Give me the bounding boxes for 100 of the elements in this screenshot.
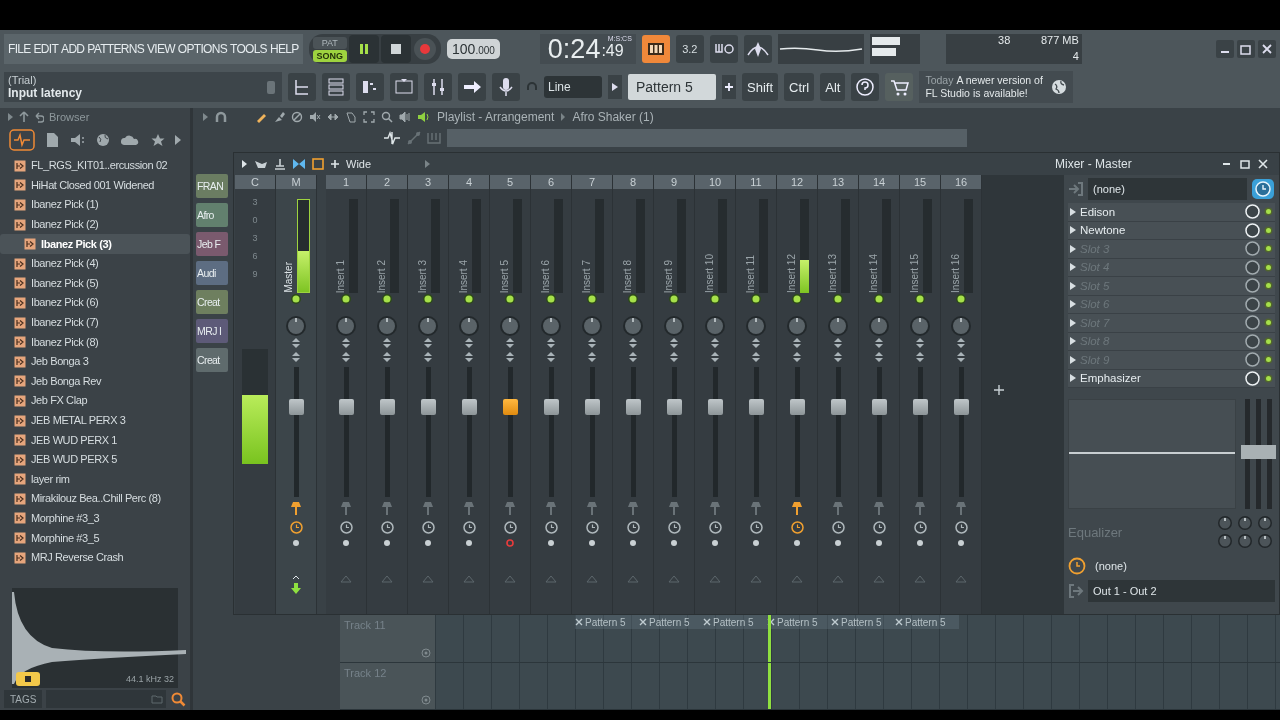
browser-item[interactable]: Morphine #3_5	[0, 528, 190, 548]
playback-icon[interactable]	[399, 111, 411, 123]
enable-led-icon[interactable]	[791, 293, 803, 305]
tag-search-field[interactable]	[46, 690, 166, 708]
enable-led-icon[interactable]	[1264, 299, 1273, 309]
arm-dot-icon[interactable]	[834, 539, 842, 547]
document-icon[interactable]	[45, 132, 60, 148]
arm-dot-icon[interactable]	[292, 539, 300, 547]
browser-item[interactable]: JEB METAL PERX 3	[0, 410, 190, 431]
tags-button[interactable]: TAGS	[4, 690, 43, 708]
clip-source[interactable]: Creat	[196, 290, 228, 314]
channel-number[interactable]: 4	[449, 175, 489, 189]
metronome-icon[interactable]	[743, 35, 772, 63]
speaker-icon[interactable]	[69, 133, 86, 147]
channel-number[interactable]: 15	[900, 175, 940, 189]
pan-knob-icon[interactable]	[376, 315, 398, 337]
pan-knob-icon[interactable]	[868, 315, 890, 337]
play-pattern-icon[interactable]	[608, 75, 622, 99]
stereo-arrows-icon[interactable]	[833, 337, 843, 363]
latency-clock-icon[interactable]	[626, 521, 640, 534]
pan-knob-icon[interactable]	[458, 315, 480, 337]
globe-icon[interactable]	[96, 133, 110, 147]
track-knob-icon[interactable]	[421, 695, 431, 705]
arm-dot-icon[interactable]	[547, 539, 555, 547]
menu-item[interactable]: PATTERNS	[87, 42, 144, 56]
browser-item[interactable]: JEB WUD PERX 5	[0, 449, 190, 470]
arm-dot-icon[interactable]	[916, 539, 924, 547]
eq-knob-icon[interactable]	[1257, 533, 1273, 549]
latency-clock-icon[interactable]	[289, 521, 303, 534]
channel-number[interactable]: 1	[326, 175, 366, 189]
eq-knob-icon[interactable]	[1237, 515, 1253, 531]
mix-knob-icon[interactable]	[1245, 259, 1260, 275]
pan-knob-icon[interactable]	[540, 315, 562, 337]
microphone-icon[interactable]	[492, 73, 520, 101]
browser-item[interactable]: Ibanez Pick (7)	[0, 312, 190, 333]
expand-arrow-icon[interactable]	[6, 112, 14, 122]
playlist-icon[interactable]	[288, 73, 316, 101]
menu-item[interactable]: OPTIONS	[177, 42, 227, 56]
arm-dot-icon[interactable]	[793, 539, 801, 547]
enable-led-icon[interactable]	[586, 293, 598, 305]
channel-number[interactable]: 12	[777, 175, 817, 189]
stereo-arrows-icon[interactable]	[464, 337, 474, 363]
latency-clock-icon[interactable]	[790, 521, 804, 534]
browser-item[interactable]: MRJ Reverse Crash	[0, 547, 190, 568]
stereo-mode[interactable]: Wide	[346, 158, 372, 170]
browser-item[interactable]: JEB WUD PERX 1	[0, 430, 190, 450]
mix-knob-icon[interactable]	[1245, 278, 1260, 294]
channel-number[interactable]: 10	[695, 175, 735, 189]
browser-item[interactable]: Morphine #3_3	[0, 508, 190, 529]
browser-item[interactable]: Ibanez Pick (5)	[0, 273, 190, 294]
stereo-arrows-icon[interactable]	[669, 337, 679, 363]
channel-name[interactable]: Insert 12	[785, 254, 797, 293]
stereo-arrows-icon[interactable]	[915, 337, 925, 363]
input-dropdown[interactable]: (none)	[1088, 178, 1247, 200]
channel-number[interactable]: M	[276, 175, 316, 189]
pan-knob-icon[interactable]	[581, 315, 603, 337]
latency-clock-icon[interactable]	[380, 521, 394, 534]
pan-knob-icon[interactable]	[335, 315, 357, 337]
arm-dot-icon[interactable]	[465, 539, 473, 547]
frame-icon[interactable]	[312, 158, 324, 170]
mix-knob-icon[interactable]	[1245, 352, 1260, 368]
restore-icon[interactable]	[1237, 40, 1255, 58]
pattern-clip[interactable]: Pattern 5	[575, 615, 639, 629]
add-insert-icon[interactable]	[994, 385, 1004, 395]
stereo-arrows-icon[interactable]	[546, 337, 556, 363]
enable-led-icon[interactable]	[627, 293, 639, 305]
effect-slot[interactable]: Edison	[1068, 203, 1275, 222]
pattern-clip[interactable]: Pattern 5	[767, 615, 831, 629]
channel-number[interactable]: 7	[572, 175, 612, 189]
hand-icon[interactable]	[254, 158, 268, 170]
menu-item[interactable]: TOOLS	[229, 42, 267, 56]
channel-number[interactable]: 14	[859, 175, 899, 189]
piano-roll-icon[interactable]	[356, 73, 384, 101]
pan-knob-icon[interactable]	[827, 315, 849, 337]
enable-led-icon[interactable]	[340, 293, 352, 305]
channel-number[interactable]: 3	[408, 175, 448, 189]
add-icon[interactable]	[330, 159, 340, 169]
channel-name[interactable]: Insert 11	[744, 254, 756, 293]
channel-name[interactable]: Insert 8	[621, 259, 633, 293]
select-icon[interactable]	[363, 111, 375, 123]
channel-number[interactable]: 11	[736, 175, 776, 189]
mute-icon[interactable]	[309, 111, 321, 123]
enable-led-icon[interactable]	[1264, 355, 1273, 365]
arm-dot-icon[interactable]	[383, 539, 391, 547]
clip-source[interactable]: Afro	[196, 203, 228, 227]
arm-dot-icon[interactable]	[752, 539, 760, 547]
stereo-arrows-icon[interactable]	[382, 337, 392, 363]
expand-arrow-icon[interactable]	[201, 112, 209, 122]
browser-item[interactable]: Ibanez Pick (4)	[0, 253, 190, 274]
pattern-clip[interactable]: Pattern 5	[703, 615, 767, 629]
latency-clock-icon[interactable]	[708, 521, 722, 534]
stereo-arrows-icon[interactable]	[341, 337, 351, 363]
enable-led-icon[interactable]	[422, 293, 434, 305]
zoom-icon[interactable]	[381, 111, 393, 123]
latency-clock-icon[interactable]	[544, 521, 558, 534]
latency-clock-icon[interactable]	[667, 521, 681, 534]
pan-knob-icon[interactable]	[663, 315, 685, 337]
pan-knob-icon[interactable]	[622, 315, 644, 337]
enable-led-icon[interactable]	[1264, 244, 1273, 254]
help-icon[interactable]	[851, 73, 880, 101]
